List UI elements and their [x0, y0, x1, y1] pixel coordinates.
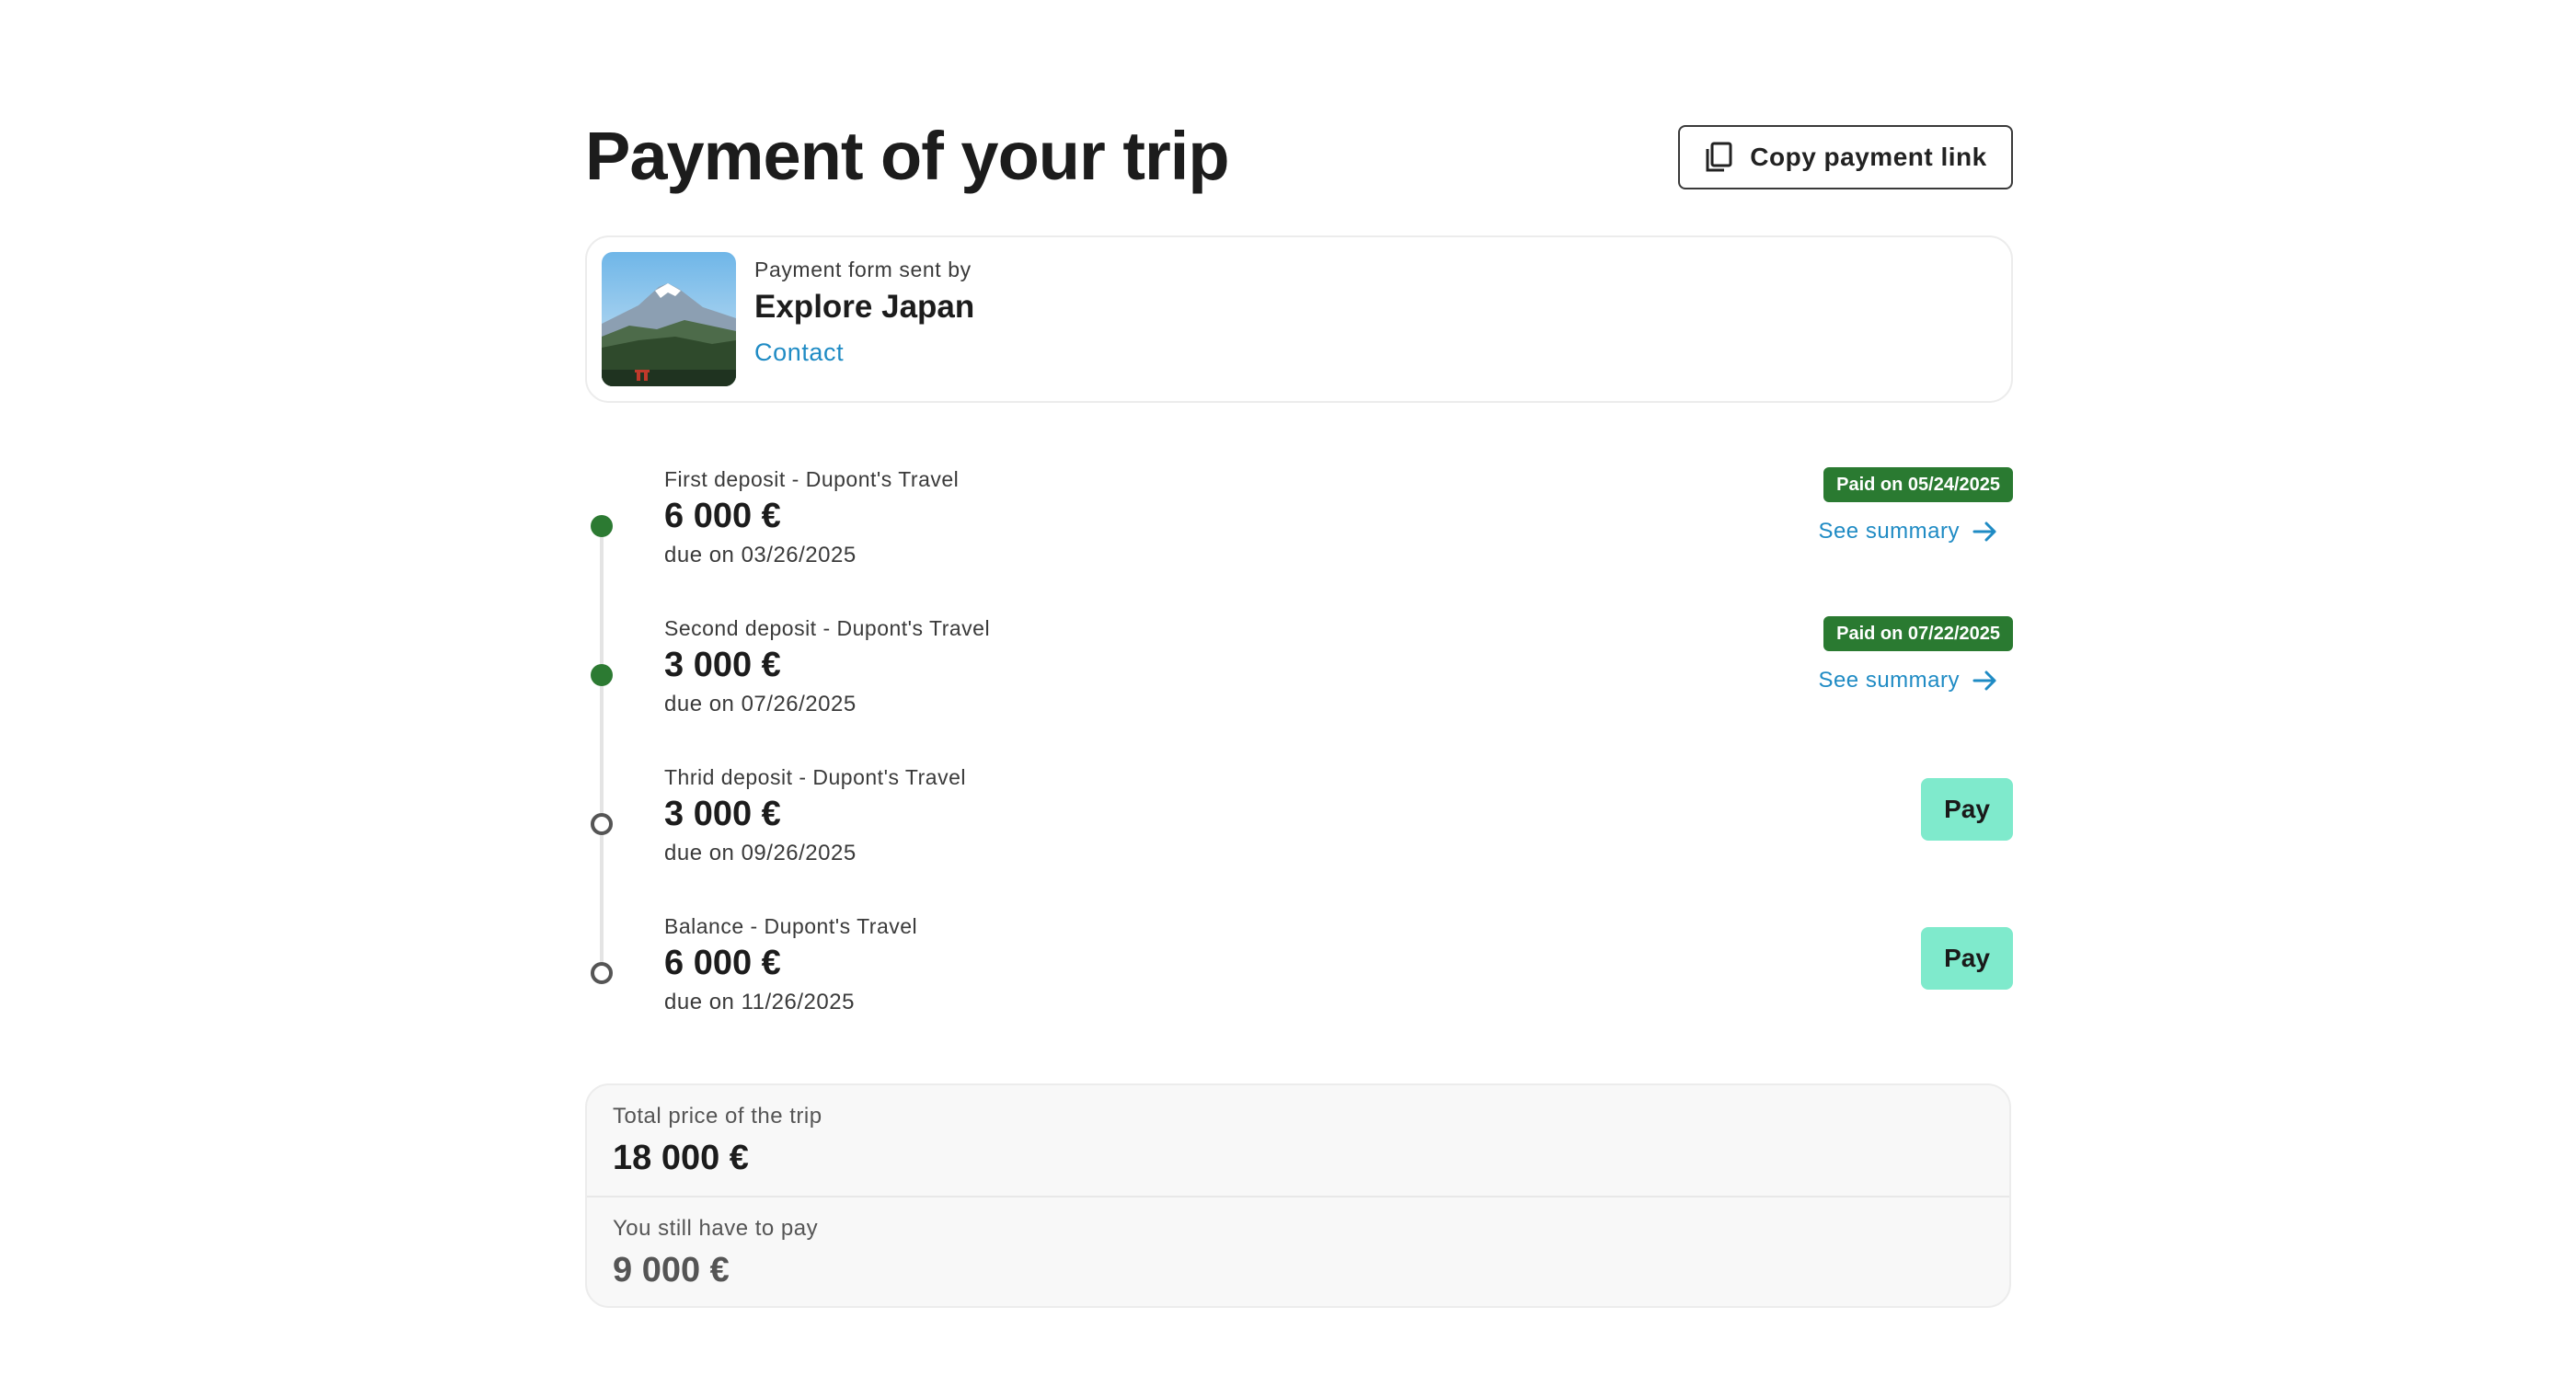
pending-status-dot [591, 813, 613, 835]
remaining-label: You still have to pay [613, 1216, 819, 1241]
pending-status-dot [591, 962, 613, 984]
copy-payment-link-label: Copy payment link [1750, 143, 1987, 171]
copy-payment-link-button[interactable]: Copy payment link [1678, 125, 2013, 189]
total-price-label: Total price of the trip [613, 1104, 822, 1129]
payment-timeline: First deposit - Dupont's Travel 6 000 € … [585, 467, 2013, 1074]
arrow-right-icon [1972, 521, 1996, 542]
mountain-landscape-image [602, 252, 736, 386]
agency-image [602, 252, 736, 386]
paid-status-dot [591, 515, 613, 537]
payment-label: First deposit - Dupont's Travel [664, 467, 960, 491]
page-title: Payment of your trip [585, 118, 1230, 194]
see-summary-label: See summary [1818, 668, 1960, 693]
paid-badge: Paid on 07/22/2025 [1823, 616, 2013, 651]
payment-due-date: due on 11/26/2025 [664, 990, 855, 1014]
agency-sent-by-label: Payment form sent by [754, 258, 972, 281]
agency-card: Payment form sent by Explore Japan Conta… [585, 235, 2013, 403]
payment-label: Balance - Dupont's Travel [664, 914, 918, 938]
payment-item-balance: Balance - Dupont's Travel 6 000 € due on… [585, 914, 2013, 1052]
payment-amount: 3 000 € [664, 646, 781, 684]
payment-label: Second deposit - Dupont's Travel [664, 616, 991, 640]
payment-due-date: due on 09/26/2025 [664, 841, 857, 865]
agency-name: Explore Japan [754, 289, 975, 325]
page-header: Payment of your trip Copy payment link [585, 118, 2013, 228]
payment-item-first-deposit: First deposit - Dupont's Travel 6 000 € … [585, 467, 2013, 605]
pay-button[interactable]: Pay [1921, 927, 2013, 990]
payment-due-date: due on 07/26/2025 [664, 692, 857, 716]
contact-link[interactable]: Contact [754, 338, 844, 367]
payment-page: Payment of your trip Copy payment link P… [585, 118, 2013, 1308]
see-summary-link[interactable]: See summary [1818, 668, 1998, 693]
see-summary-label: See summary [1818, 519, 1960, 544]
payment-item-third-deposit: Thrid deposit - Dupont's Travel 3 000 € … [585, 765, 2013, 903]
paid-badge: Paid on 05/24/2025 [1823, 467, 2013, 502]
copy-icon [1706, 142, 1732, 172]
payment-amount: 3 000 € [664, 795, 781, 833]
payment-label: Thrid deposit - Dupont's Travel [664, 765, 966, 789]
see-summary-link[interactable]: See summary [1818, 519, 1998, 544]
payment-amount: 6 000 € [664, 497, 781, 535]
payment-due-date: due on 03/26/2025 [664, 543, 857, 567]
payment-amount: 6 000 € [664, 944, 781, 982]
arrow-right-icon [1972, 670, 1996, 691]
payment-item-second-deposit: Second deposit - Dupont's Travel 3 000 €… [585, 616, 2013, 754]
paid-status-dot [591, 664, 613, 686]
remaining-value: 9 000 € [613, 1251, 730, 1289]
totals-panel: Total price of the trip 18 000 € You sti… [585, 1083, 2011, 1308]
pay-button[interactable]: Pay [1921, 778, 2013, 841]
remaining-row: You still have to pay 9 000 € [587, 1197, 2009, 1306]
total-price-row: Total price of the trip 18 000 € [587, 1085, 2009, 1197]
total-price-value: 18 000 € [613, 1139, 749, 1177]
